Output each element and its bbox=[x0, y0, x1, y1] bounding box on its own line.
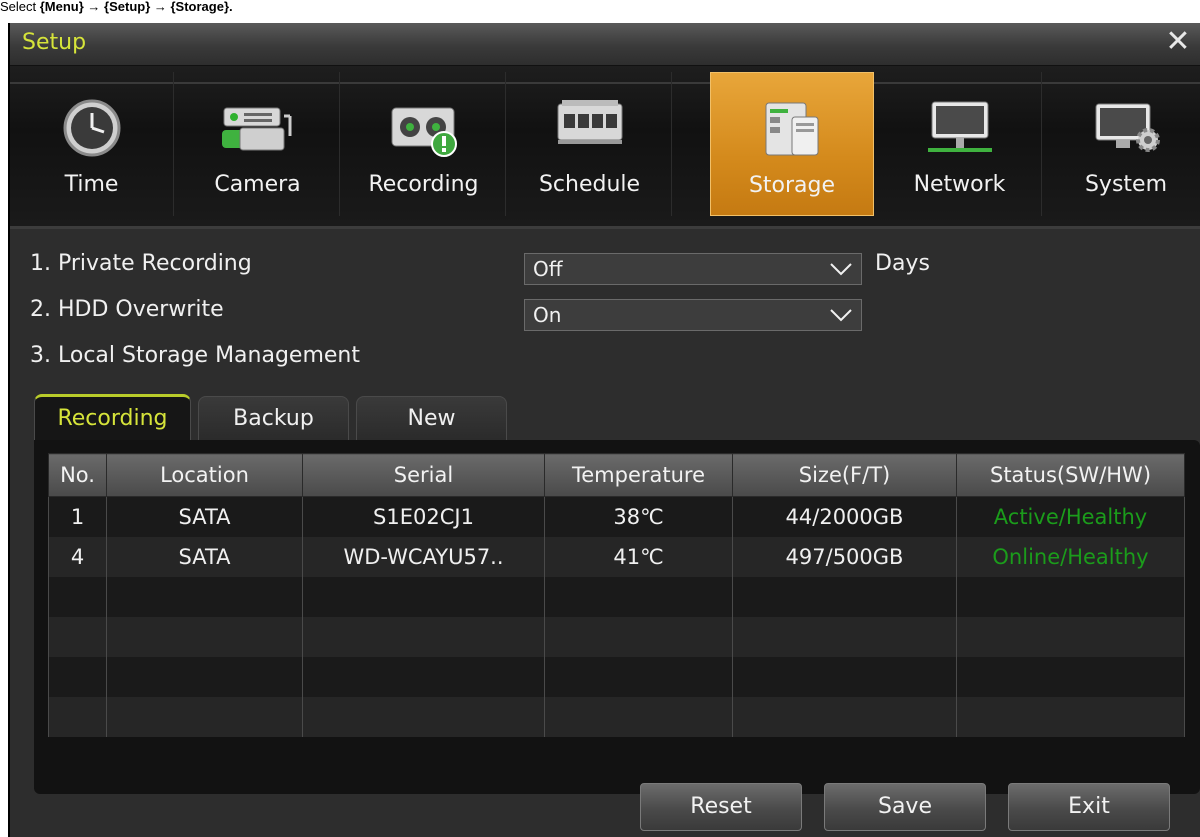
column-header: No. bbox=[48, 453, 107, 497]
cell-no: 4 bbox=[48, 537, 107, 577]
cell-serial: WD-WCAYU57.. bbox=[302, 537, 545, 577]
table-row-empty bbox=[48, 577, 1185, 617]
subtab-backup[interactable]: Backup bbox=[198, 396, 349, 442]
table-header-row: No. Location Serial Temperature Size(F/T… bbox=[48, 453, 1185, 497]
save-button[interactable]: Save bbox=[824, 783, 986, 831]
tab-recording[interactable]: Recording bbox=[342, 72, 506, 216]
recording-icon bbox=[391, 107, 457, 157]
tab-storage[interactable]: Storage bbox=[710, 72, 874, 216]
cell-size: 497/500GB bbox=[732, 537, 957, 577]
system-icon bbox=[1095, 103, 1160, 152]
tab-network-label: Network bbox=[913, 172, 1006, 197]
subtab-recording[interactable]: Recording bbox=[34, 394, 191, 440]
reset-button[interactable]: Reset bbox=[640, 783, 802, 831]
tab-schedule-label: Schedule bbox=[538, 172, 641, 197]
caption-path: {Menu} → {Setup} → {Storage}. bbox=[39, 0, 233, 14]
camera-icon bbox=[221, 107, 291, 151]
chevron-down-icon bbox=[830, 309, 852, 322]
exit-button[interactable]: Exit bbox=[1008, 783, 1170, 831]
tab-time-label: Time bbox=[64, 172, 119, 197]
cell-temperature: 41℃ bbox=[544, 537, 733, 577]
cell-location: SATA bbox=[106, 496, 303, 537]
tab-camera-label: Camera bbox=[214, 172, 301, 197]
private-recording-label: 1. Private Recording bbox=[30, 251, 252, 276]
table-row[interactable]: 4 SATA WD-WCAYU57.. 41℃ 497/500GB Online… bbox=[48, 537, 1185, 577]
tab-schedule[interactable]: Schedule bbox=[508, 72, 672, 216]
window-title: Setup bbox=[22, 30, 87, 55]
hdd-overwrite-select[interactable]: On bbox=[524, 299, 862, 331]
column-header: Temperature bbox=[544, 453, 733, 497]
column-header: Serial bbox=[302, 453, 545, 497]
cell-serial: S1E02CJ1 bbox=[302, 496, 545, 537]
network-icon bbox=[927, 101, 992, 152]
schedule-icon bbox=[557, 100, 622, 144]
subtab-new[interactable]: New bbox=[356, 396, 507, 442]
cell-no: 1 bbox=[48, 496, 107, 537]
tab-recording-label: Recording bbox=[368, 172, 479, 197]
tab-time[interactable]: Time bbox=[10, 72, 174, 216]
hdd-overwrite-value: On bbox=[533, 303, 562, 327]
private-recording-unit: Days bbox=[875, 251, 930, 276]
clock-icon bbox=[63, 99, 120, 157]
storage-table-panel: No. Location Serial Temperature Size(F/T… bbox=[34, 440, 1200, 794]
close-icon[interactable]: ✕ bbox=[1162, 27, 1194, 59]
chevron-down-icon bbox=[830, 263, 852, 276]
column-header: Size(F/T) bbox=[732, 453, 957, 497]
setup-window: Setup ✕ Time Camera Recording Schedule S… bbox=[8, 23, 1200, 837]
storage-table: No. Location Serial Temperature Size(F/T… bbox=[48, 453, 1185, 737]
table-row-empty bbox=[48, 617, 1185, 657]
private-recording-select[interactable]: Off bbox=[524, 253, 862, 285]
cell-status: Active/Healthy bbox=[956, 496, 1185, 537]
tab-camera[interactable]: Camera bbox=[176, 72, 340, 216]
table-row-empty bbox=[48, 657, 1185, 697]
instruction-caption: Select {Menu} → {Setup} → {Storage}. bbox=[0, 0, 1200, 14]
private-recording-value: Off bbox=[533, 257, 563, 281]
cell-location: SATA bbox=[106, 537, 303, 577]
cell-temperature: 38℃ bbox=[544, 496, 733, 537]
caption-prefix: Select bbox=[0, 0, 40, 14]
tab-storage-label: Storage bbox=[748, 173, 836, 198]
column-header: Status(SW/HW) bbox=[956, 453, 1185, 497]
tab-network[interactable]: Network bbox=[878, 72, 1042, 216]
table-row[interactable]: 1 SATA S1E02CJ1 38℃ 44/2000GB Active/Hea… bbox=[48, 496, 1185, 537]
column-header: Location bbox=[106, 453, 303, 497]
storage-icon bbox=[765, 102, 819, 156]
title-bar: Setup ✕ bbox=[10, 23, 1200, 66]
hdd-overwrite-label: 2. HDD Overwrite bbox=[30, 297, 224, 322]
menu-tab-bar: Time Camera Recording Schedule Storage N… bbox=[10, 66, 1200, 229]
cell-size: 44/2000GB bbox=[732, 496, 957, 537]
tab-system[interactable]: System bbox=[1044, 72, 1200, 216]
tab-system-label: System bbox=[1084, 172, 1168, 197]
local-storage-label: 3. Local Storage Management bbox=[30, 343, 360, 368]
table-row-empty bbox=[48, 697, 1185, 737]
cell-status: Online/Healthy bbox=[956, 537, 1185, 577]
